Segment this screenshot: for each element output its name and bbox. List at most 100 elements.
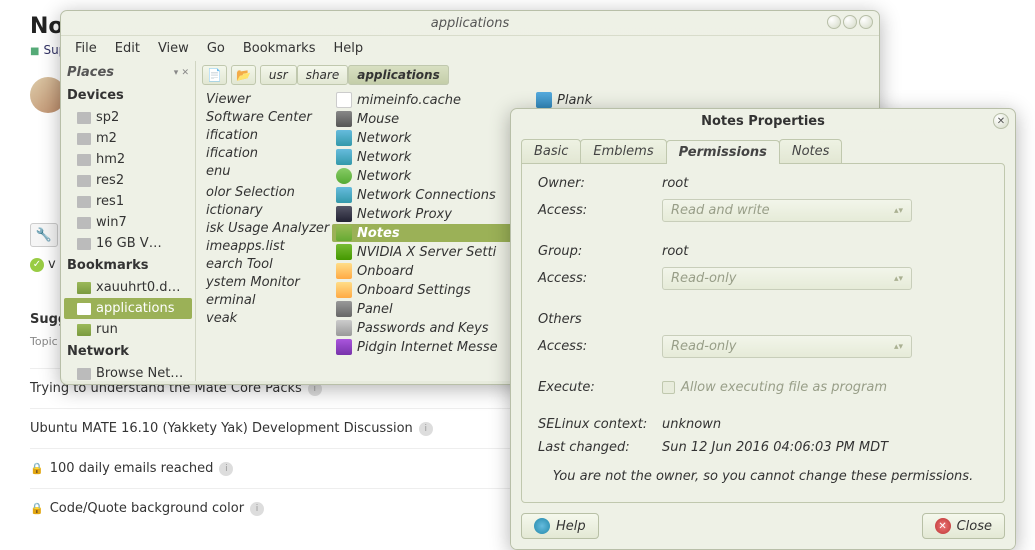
menu-file[interactable]: File <box>67 39 105 58</box>
changed-label: Last changed: <box>538 440 662 455</box>
list-item[interactable]: mimeinfo.cache <box>332 91 522 109</box>
owner-access-combo[interactable]: Read and write▴▾ <box>662 199 912 222</box>
list-item[interactable]: imeapps.list <box>202 238 322 255</box>
list-item[interactable]: Onboard <box>332 262 522 280</box>
sidebar-category: Network <box>61 340 195 363</box>
titlebar[interactable]: Notes Properties ✕ <box>511 109 1015 133</box>
list-item[interactable]: Pidgin Internet Messe <box>332 338 522 356</box>
close-button[interactable] <box>859 15 873 29</box>
list-item[interactable]: erminal <box>202 292 322 309</box>
list-item[interactable]: Notes <box>332 224 522 242</box>
list-item[interactable]: Mouse <box>332 110 522 128</box>
selinux-value: unknown <box>662 417 721 432</box>
path-segment[interactable]: applications <box>348 65 449 85</box>
menu-help[interactable]: Help <box>325 39 371 58</box>
app-icon <box>336 301 352 317</box>
sidebar-item[interactable]: sp2 <box>61 107 195 128</box>
close-icon[interactable]: ✕ <box>993 113 1009 129</box>
pathbar: 📄 📂 usrshareapplications <box>196 61 879 89</box>
list-item[interactable]: Network Proxy <box>332 205 522 223</box>
sidebar-item[interactable]: 16 GB V… <box>61 233 195 254</box>
path-segment[interactable]: share <box>297 65 349 85</box>
maximize-button[interactable] <box>843 15 857 29</box>
app-icon <box>336 225 352 241</box>
sidebar-item-label: 16 GB V… <box>96 236 162 251</box>
sidebar-item[interactable]: Browse Net… <box>61 363 195 381</box>
list-item[interactable]: Network <box>332 129 522 147</box>
info-icon: i <box>250 502 264 516</box>
list-item[interactable]: olor Selection <box>202 184 322 201</box>
window-title: Notes Properties <box>701 114 825 129</box>
help-button[interactable]: Help <box>521 513 599 539</box>
list-item[interactable]: ification <box>202 127 322 144</box>
tab-notes[interactable]: Notes <box>779 139 843 163</box>
others-access-combo[interactable]: Read-only▴▾ <box>662 335 912 358</box>
item-label: Passwords and Keys <box>357 321 489 336</box>
path-segment[interactable]: usr <box>260 65 297 85</box>
tab-basic[interactable]: Basic <box>521 139 581 163</box>
places-header[interactable]: Places▾ ✕ <box>61 61 195 84</box>
item-label: erminal <box>206 293 255 308</box>
app-icon <box>536 92 552 108</box>
execute-label: Execute: <box>538 380 662 395</box>
sidebar-item[interactable]: hm2 <box>61 149 195 170</box>
minimize-button[interactable] <box>827 15 841 29</box>
list-item[interactable]: Network Connections <box>332 186 522 204</box>
list-item[interactable]: Plank <box>532 91 596 109</box>
sidebar-item-label: applications <box>96 301 174 316</box>
menu-bookmarks[interactable]: Bookmarks <box>235 39 324 58</box>
list-item[interactable]: earch Tool <box>202 256 322 273</box>
sidebar-item[interactable]: applications <box>64 298 192 319</box>
menu-edit[interactable]: Edit <box>107 39 148 58</box>
app-icon <box>336 320 352 336</box>
list-item[interactable]: ification <box>202 145 322 162</box>
back-button[interactable]: 📄 <box>202 65 227 85</box>
list-item[interactable]: veak <box>202 310 322 327</box>
list-item[interactable]: Panel <box>332 300 522 318</box>
tab-permissions[interactable]: Permissions <box>666 140 780 164</box>
list-item[interactable]: Network <box>332 167 522 185</box>
group-access-combo[interactable]: Read-only▴▾ <box>662 267 912 290</box>
close-button[interactable]: ✕ Close <box>922 513 1005 539</box>
list-item[interactable]: ictionary <box>202 202 322 219</box>
execute-checkbox[interactable] <box>662 381 675 394</box>
item-label: Onboard Settings <box>357 283 471 298</box>
drive-icon <box>77 217 91 229</box>
list-item[interactable]: isk Usage Analyzer <box>202 220 322 237</box>
sidebar-item[interactable]: win7 <box>61 212 195 233</box>
item-label: veak <box>206 311 237 326</box>
titlebar[interactable]: applications <box>61 11 879 35</box>
menu-view[interactable]: View <box>150 39 197 58</box>
folder-icon <box>77 324 91 336</box>
properties-dialog: Notes Properties ✕ BasicEmblemsPermissio… <box>510 108 1016 550</box>
group-value: root <box>662 244 688 259</box>
menu-go[interactable]: Go <box>199 39 233 58</box>
item-label: ystem Monitor <box>206 275 300 290</box>
list-item[interactable]: ystem Monitor <box>202 274 322 291</box>
item-label: ification <box>206 128 258 143</box>
sidebar-item[interactable]: run <box>61 319 195 340</box>
item-label: Notes <box>357 226 400 241</box>
tab-emblems[interactable]: Emblems <box>580 139 666 163</box>
list-item[interactable]: Passwords and Keys <box>332 319 522 337</box>
item-label: imeapps.list <box>206 239 285 254</box>
sidebar-item[interactable]: res2 <box>61 170 195 191</box>
list-item[interactable] <box>202 181 322 183</box>
list-item[interactable]: Onboard Settings <box>332 281 522 299</box>
list-item[interactable]: Viewer <box>202 91 322 108</box>
item-label: enu <box>206 164 230 179</box>
sidebar-item[interactable]: xauuhrt0.d… <box>61 277 195 298</box>
list-item[interactable]: enu <box>202 163 322 180</box>
sidebar-item[interactable]: res1 <box>61 191 195 212</box>
folder-icon <box>77 282 91 294</box>
list-item[interactable]: Network <box>332 148 522 166</box>
wrench-button[interactable]: 🔧 <box>30 223 58 247</box>
sidebar-item-label: xauuhrt0.d… <box>96 280 180 295</box>
sidebar-item-label: run <box>96 322 118 337</box>
forward-button[interactable]: 📂 <box>231 65 256 85</box>
list-item[interactable]: Software Center <box>202 109 322 126</box>
app-icon <box>336 206 352 222</box>
list-item[interactable]: NVIDIA X Server Setti <box>332 243 522 261</box>
sidebar-item[interactable]: m2 <box>61 128 195 149</box>
app-icon <box>336 263 352 279</box>
